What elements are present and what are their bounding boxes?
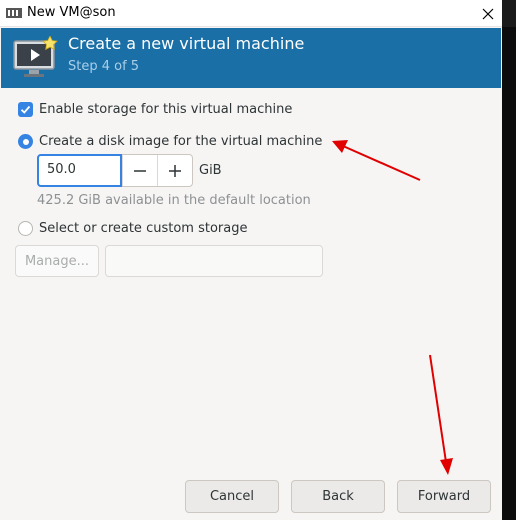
wizard-title: Create a new virtual machine xyxy=(68,34,305,53)
checkmark-icon[interactable] xyxy=(18,102,33,117)
back-button[interactable]: Back xyxy=(291,480,385,513)
enable-storage-checkbox[interactable]: Enable storage for this virtual machine xyxy=(18,102,292,117)
custom-storage-radio[interactable]: Select or create custom storage xyxy=(18,221,247,236)
disk-size-input[interactable]: 50.0 xyxy=(37,154,123,187)
custom-storage-path-input[interactable] xyxy=(105,245,323,277)
new-vm-dialog: New VM@son Create a new virtual machine … xyxy=(0,0,516,520)
radio-selected-icon[interactable] xyxy=(18,134,33,149)
virt-manager-icon xyxy=(6,7,22,19)
disk-size-unit: GiB xyxy=(199,163,222,178)
create-disk-label: Create a disk image for the virtual mach… xyxy=(39,134,323,149)
increment-button[interactable] xyxy=(157,155,192,186)
create-disk-radio[interactable]: Create a disk image for the virtual mach… xyxy=(18,134,322,149)
new-vm-monitor-icon xyxy=(13,35,59,80)
available-space-text: 425.2 GiB available in the default locat… xyxy=(37,193,311,208)
wizard-step-indicator: Step 4 of 5 xyxy=(68,59,140,74)
cancel-button[interactable]: Cancel xyxy=(185,480,279,513)
background-strip xyxy=(502,0,516,27)
decrement-button[interactable] xyxy=(122,155,157,186)
window-title: New VM@son xyxy=(27,5,116,20)
disk-size-spinner[interactable]: 50.0 xyxy=(37,154,193,187)
minus-icon xyxy=(134,169,147,172)
background-strip xyxy=(502,27,516,520)
enable-storage-label: Enable storage for this virtual machine xyxy=(39,102,293,117)
custom-storage-label: Select or create custom storage xyxy=(39,221,248,236)
wizard-header: Create a new virtual machine Step 4 of 5 xyxy=(1,28,501,88)
forward-button[interactable]: Forward xyxy=(397,480,491,513)
plus-icon xyxy=(169,164,182,177)
manage-button[interactable]: Manage... xyxy=(15,245,99,277)
title-bar[interactable]: New VM@son xyxy=(0,0,516,27)
radio-unselected-icon[interactable] xyxy=(18,221,33,236)
